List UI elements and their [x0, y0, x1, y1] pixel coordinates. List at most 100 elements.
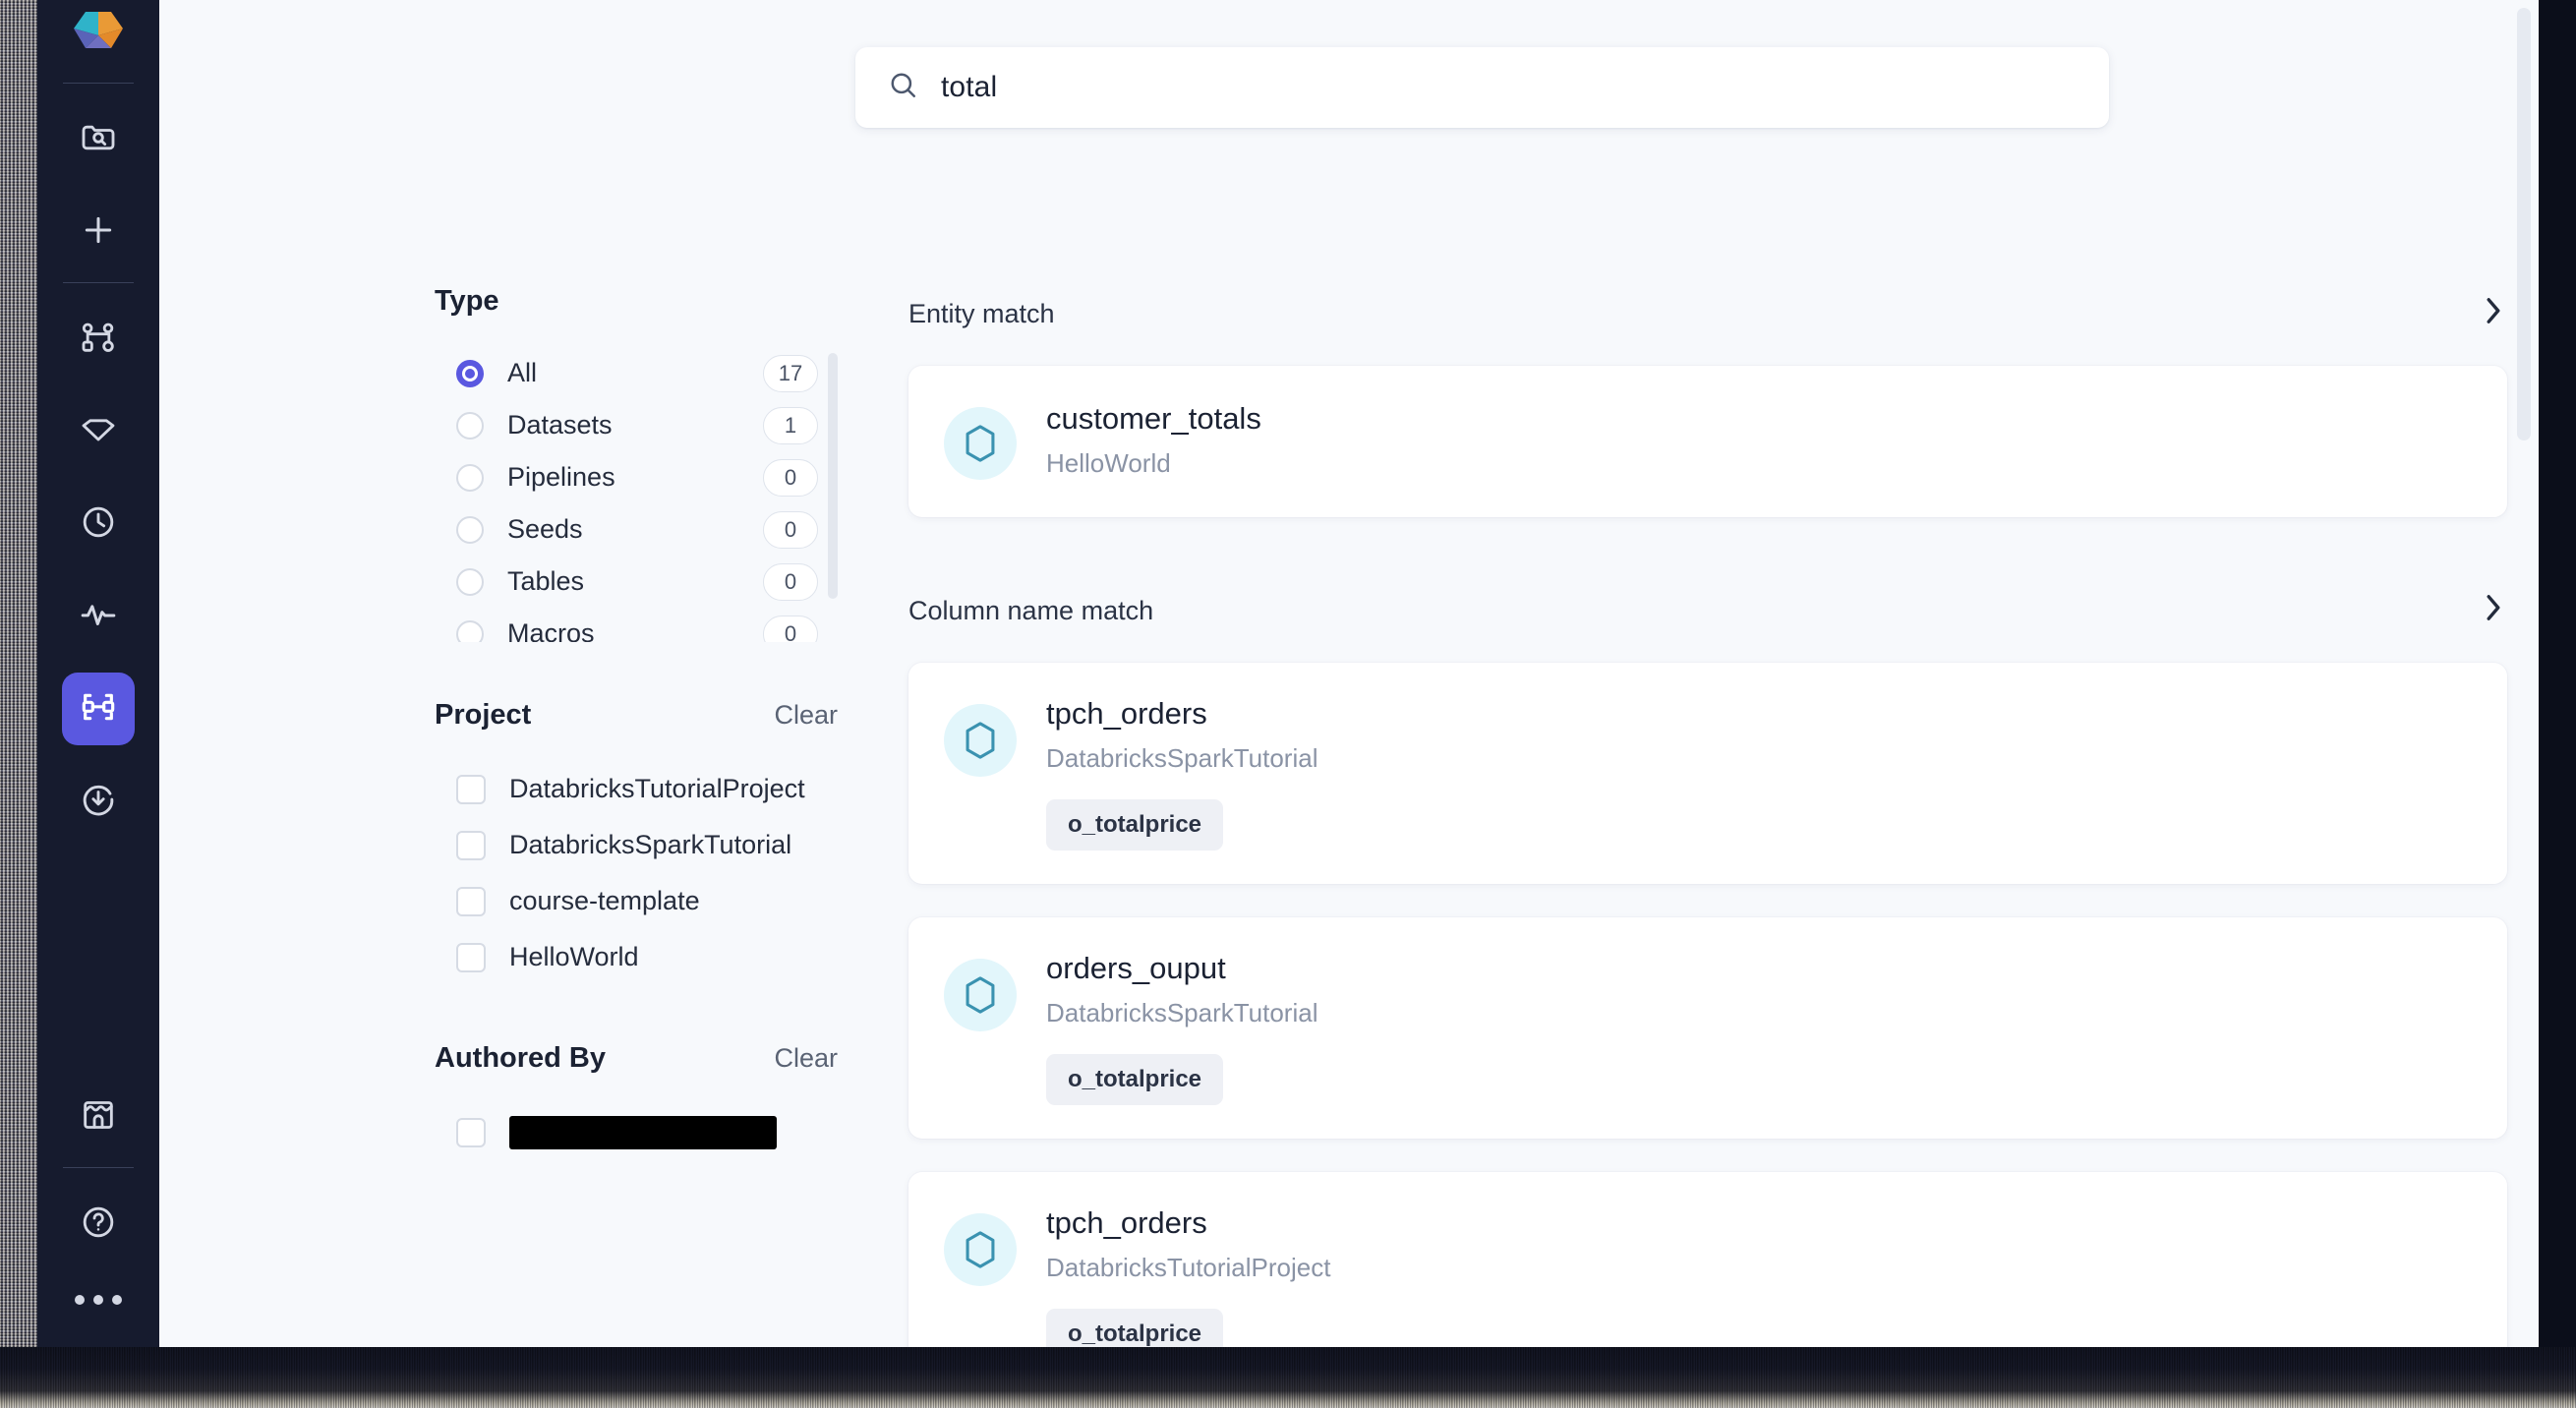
screen-edge-artifact-bottom [0, 1347, 2576, 1408]
result-project: DatabricksTutorialProject [1046, 1253, 2468, 1283]
result-project: DatabricksSparkTutorial [1046, 743, 2468, 774]
section-title: Column name match [908, 596, 1153, 626]
type-option-label: Datasets [507, 410, 763, 440]
desktop: Type All 17 Datasets 1 Pipe [0, 0, 2576, 1408]
checkbox-icon[interactable] [456, 943, 486, 972]
rail-item-gem[interactable] [62, 395, 135, 468]
more-dots-icon [93, 1295, 103, 1305]
rail-item-download[interactable] [62, 765, 135, 838]
download-circle-icon [79, 780, 118, 824]
result-card-body: orders_ouput DatabricksSparkTutorial o_t… [1046, 951, 2468, 1105]
project-option-course-template[interactable]: course-template [435, 873, 838, 929]
type-list-scrollbar[interactable] [828, 353, 838, 599]
result-project: DatabricksSparkTutorial [1046, 998, 2468, 1028]
rail-item-activity[interactable] [62, 580, 135, 653]
search-results: Entity match customer_totals [908, 291, 2507, 1347]
type-option-label: Seeds [507, 514, 763, 545]
project-clear-button[interactable]: Clear [774, 700, 838, 731]
rail-item-more[interactable] [62, 1270, 135, 1329]
hexagon-entity-icon [944, 704, 1017, 777]
radio-icon-seeds[interactable] [456, 516, 484, 544]
project-option-label: DatabricksTutorialProject [509, 774, 805, 804]
radio-icon-all[interactable] [456, 360, 484, 387]
screen-edge-artifact-left [0, 0, 37, 1408]
result-card[interactable]: orders_ouput DatabricksSparkTutorial o_t… [908, 917, 2507, 1139]
gem-icon [79, 410, 118, 454]
radio-icon-datasets[interactable] [456, 412, 484, 440]
chevron-right-icon[interactable] [2484, 295, 2503, 332]
project-facet-header: Project Clear [435, 699, 838, 732]
folder-search-icon [79, 118, 118, 162]
help-circle-icon [79, 1203, 118, 1247]
rail-item-marketplace[interactable] [62, 1081, 135, 1153]
authored-by-facet-header: Authored By Clear [435, 1042, 838, 1075]
rail-item-hierarchy[interactable] [62, 303, 135, 376]
result-card[interactable]: tpch_orders DatabricksTutorialProject o_… [908, 1172, 2507, 1347]
result-name: orders_ouput [1046, 951, 2468, 986]
redacted-author-name [509, 1116, 777, 1149]
section-spacer [908, 551, 2507, 588]
plus-icon [79, 210, 118, 255]
search-box[interactable] [855, 47, 2109, 128]
type-option-label: Macros [507, 618, 763, 642]
section-header-column-name-match[interactable]: Column name match [908, 588, 2507, 633]
result-card-body: tpch_orders DatabricksTutorialProject o_… [1046, 1205, 2468, 1347]
authored-by-clear-button[interactable]: Clear [774, 1043, 838, 1074]
project-option-label: course-template [509, 886, 700, 916]
type-option-datasets[interactable]: Datasets 1 [435, 399, 818, 451]
project-option-databrickssparktutorial[interactable]: DatabricksSparkTutorial [435, 817, 838, 873]
type-option-label: Tables [507, 566, 763, 597]
result-column-chip[interactable]: o_totalprice [1046, 1309, 1223, 1347]
left-nav-rail [37, 0, 159, 1347]
section-title: Entity match [908, 299, 1055, 329]
rail-item-folder-search[interactable] [62, 103, 135, 176]
type-option-pipelines[interactable]: Pipelines 0 [435, 451, 818, 503]
authored-by-facet-title: Authored By [435, 1042, 606, 1075]
type-facet-list[interactable]: All 17 Datasets 1 Pipelines 0 [435, 347, 838, 642]
more-dots-icon [112, 1295, 122, 1305]
result-card[interactable]: tpch_orders DatabricksSparkTutorial o_to… [908, 663, 2507, 884]
type-option-macros[interactable]: Macros 0 [435, 608, 818, 642]
type-option-tables[interactable]: Tables 0 [435, 556, 818, 608]
project-option-helloworld[interactable]: HelloWorld [435, 929, 838, 985]
result-name: tpch_orders [1046, 1205, 2468, 1241]
page-scrollbar[interactable] [2517, 8, 2531, 440]
type-option-label: All [507, 358, 763, 388]
rail-item-new[interactable] [62, 196, 135, 268]
search-input[interactable] [941, 71, 2078, 104]
section-header-entity-match[interactable]: Entity match [908, 291, 2507, 336]
result-column-chip[interactable]: o_totalprice [1046, 799, 1223, 851]
chevron-right-icon[interactable] [2484, 592, 2503, 629]
app-logo[interactable] [68, 4, 129, 65]
authored-by-option-redacted[interactable] [435, 1104, 838, 1160]
checkbox-icon[interactable] [456, 775, 486, 804]
type-option-all[interactable]: All 17 [435, 347, 818, 399]
project-option-databrickstutorialproject[interactable]: DatabricksTutorialProject [435, 761, 838, 817]
type-option-seeds[interactable]: Seeds 0 [435, 503, 818, 556]
hierarchy-icon [79, 318, 118, 362]
project-option-label: DatabricksSparkTutorial [509, 830, 791, 860]
type-option-count: 0 [763, 511, 818, 549]
result-name: tpch_orders [1046, 696, 2468, 732]
checkbox-icon[interactable] [456, 887, 486, 916]
result-column-chip[interactable]: o_totalprice [1046, 1054, 1223, 1105]
rail-item-help[interactable] [62, 1188, 135, 1261]
radio-icon-tables[interactable] [456, 568, 484, 596]
result-card[interactable]: customer_totals HelloWorld [908, 366, 2507, 517]
checkbox-icon[interactable] [456, 831, 486, 860]
hexagon-entity-icon [944, 959, 1017, 1031]
type-facet-header: Type [435, 285, 838, 318]
lineage-icon [79, 687, 118, 732]
rail-item-lineage[interactable] [62, 673, 135, 745]
result-name: customer_totals [1046, 401, 2468, 437]
project-facet-title: Project [435, 699, 531, 732]
hexagon-entity-icon [944, 1213, 1017, 1286]
type-facet-title: Type [435, 285, 499, 318]
main-content: Type All 17 Datasets 1 Pipe [159, 0, 2539, 1347]
checkbox-icon[interactable] [456, 1118, 486, 1147]
radio-icon-pipelines[interactable] [456, 464, 484, 492]
search-bar [855, 47, 2109, 128]
rail-item-clock[interactable] [62, 488, 135, 560]
storefront-icon [79, 1095, 118, 1140]
radio-icon-macros[interactable] [456, 620, 484, 643]
